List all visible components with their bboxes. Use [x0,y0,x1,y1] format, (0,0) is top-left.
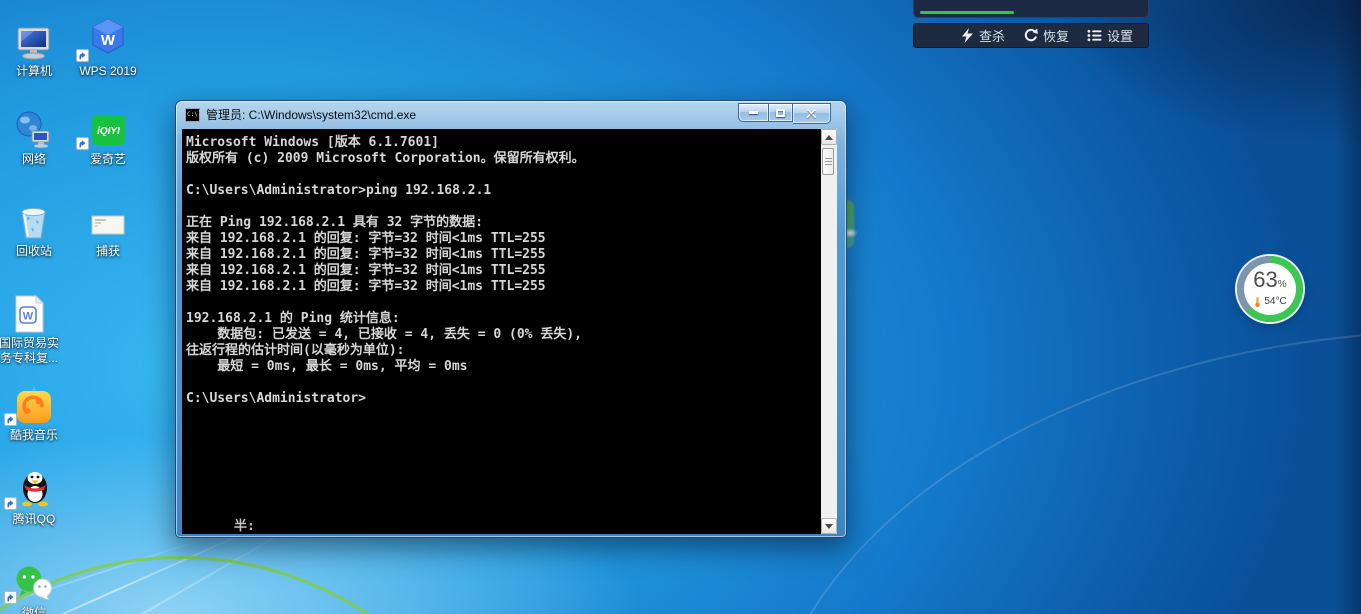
network-icon [0,106,70,150]
kuwo-music-icon [0,382,70,426]
qq-penguin-icon [0,466,70,510]
icon-label: 爱奇艺 [89,152,126,166]
console-line: C:\Users\Administrator> [186,391,367,406]
restore-button[interactable]: 恢复 [1014,26,1078,45]
desktop-icon-iqiyi[interactable]: iQIYI 爱奇艺 [70,106,146,167]
temperature-value: 54°C [1264,295,1287,307]
vertical-scrollbar[interactable] [821,129,837,534]
security-progress-bar [920,11,1014,14]
console-line: 来自 192.168.2.1 的回复: 字节=32 时间<1ms TTL=255 [186,247,546,262]
console-line: 来自 192.168.2.1 的回复: 字节=32 时间<1ms TTL=255 [186,263,546,278]
console-line: 版权所有 (c) 2009 Microsoft Corporation。保留所有… [186,151,585,166]
scroll-up-button[interactable] [821,129,837,145]
cmd-window: C:\ 管理员: C:\Windows\system32\cmd.exe Mic… [175,100,847,538]
icon-label: 国际贸易实务专科复... [0,336,59,365]
icon-label: 酷我音乐 [9,428,58,442]
desktop-icon-network[interactable]: 网络 [0,106,70,167]
maximize-button[interactable] [768,103,793,122]
wechat-icon [0,560,70,604]
restore-label: 恢复 [1042,29,1069,44]
desktop-icon-computer[interactable]: 计算机 [0,18,70,79]
thermometer-icon [1255,296,1261,307]
desktop-icon-kuwo-music[interactable]: 酷我音乐 [0,382,70,443]
security-panel [913,0,1149,18]
percent-unit: % [1277,278,1287,290]
cmd-window-title: 管理员: C:\Windows\system32\cmd.exe [206,108,417,122]
capture-icon [70,198,146,242]
recycle-bin-icon [0,198,70,242]
close-button[interactable] [793,103,831,124]
console-line: 正在 Ping 192.168.2.1 具有 32 字节的数据: [186,215,484,230]
desktop-icon-capture[interactable]: 捕获 [70,198,146,259]
minimize-button[interactable] [738,103,768,122]
shortcut-arrow-icon [4,413,17,426]
desktop-icon-recycle-bin[interactable]: 回收站 [0,198,70,259]
icon-label: 腾讯QQ [12,512,56,526]
arrow-down-icon [825,523,833,529]
security-toolbar: 查杀 恢复 设置 [913,23,1149,48]
console-line: 来自 192.168.2.1 的回复: 字节=32 时间<1ms TTL=255 [186,231,546,246]
thumb-grip-icon [824,158,832,165]
desktop-icon-wps[interactable]: W WPS 2019 [70,18,146,79]
word-document-icon: W [0,290,62,334]
cmd-app-icon: C:\ [185,107,200,122]
shortcut-arrow-icon [76,49,89,62]
gauge-face: 63 % 54°C [1244,263,1296,315]
desktop: 计算机 W WPS 2019 网络 iQIYI 爱奇艺 回收站 捕获 W 国际贸… [0,0,1361,614]
icon-label: 网络 [21,152,46,166]
console-output: Microsoft Windows [版本 6.1.7601] 版权所有 (c) … [182,129,823,407]
desktop-icon-wechat[interactable]: 微信 [0,560,70,614]
iqiyi-icon: iQIYI [70,106,146,150]
scan-label: 查杀 [978,29,1005,44]
wps-icon: W [70,18,146,62]
scroll-down-button[interactable] [821,518,837,534]
shortcut-arrow-icon [4,591,17,604]
scrollbar-thumb[interactable] [822,148,834,175]
ime-indicator: 半: [234,519,255,534]
svg-text:W: W [23,311,34,323]
maximize-icon [776,108,785,117]
icon-label: 微信 [21,606,46,614]
settings-list-icon [1087,29,1102,42]
icon-label: 捕获 [95,244,120,258]
console-line: 192.168.2.1 的 Ping 统计信息: [186,311,400,326]
svg-text:W: W [101,32,116,49]
icon-label: 回收站 [15,244,52,258]
shortcut-arrow-icon [4,497,17,510]
computer-icon [0,18,70,62]
arrow-up-icon [825,134,833,140]
console-line: 来自 192.168.2.1 的回复: 字节=32 时间<1ms TTL=255 [186,279,546,294]
console-line: 往返行程的估计时间(以毫秒为单位): [186,343,405,358]
console-line: C:\Users\Administrator>ping 192.168.2.1 [186,183,492,198]
scan-button[interactable]: 查杀 [952,26,1014,45]
temperature-gauge-widget[interactable]: 63 % 54°C [1237,256,1303,322]
cmd-console[interactable]: Microsoft Windows [版本 6.1.7601] 版权所有 (c) … [182,129,823,534]
percent-value: 63 [1253,266,1278,292]
console-line: Microsoft Windows [版本 6.1.7601] [186,135,439,150]
gauge-temperature: 54°C [1253,295,1287,309]
restore-arrow-icon [1024,28,1038,42]
desktop-icon-tencent-qq[interactable]: 腾讯QQ [0,466,70,527]
svg-text:iQIYI: iQIYI [97,126,120,137]
shortcut-arrow-icon [76,137,89,150]
settings-label: 设置 [1106,29,1133,44]
icon-label: 计算机 [15,64,52,78]
desktop-icon-trade-doc[interactable]: W 国际贸易实务专科复... [0,290,62,366]
close-icon [806,108,817,119]
console-line: 最短 = 0ms, 最长 = 0ms, 平均 = 0ms [186,359,468,374]
lightning-icon [961,28,973,43]
gauge-percent: 63 % [1253,266,1287,295]
window-caption-buttons [738,103,831,124]
settings-button[interactable]: 设置 [1078,26,1142,45]
console-line: 数据包: 已发送 = 4, 已接收 = 4, 丢失 = 0 (0% 丢失), [186,327,582,342]
minimize-icon [749,111,758,114]
icon-label: WPS 2019 [79,64,137,78]
